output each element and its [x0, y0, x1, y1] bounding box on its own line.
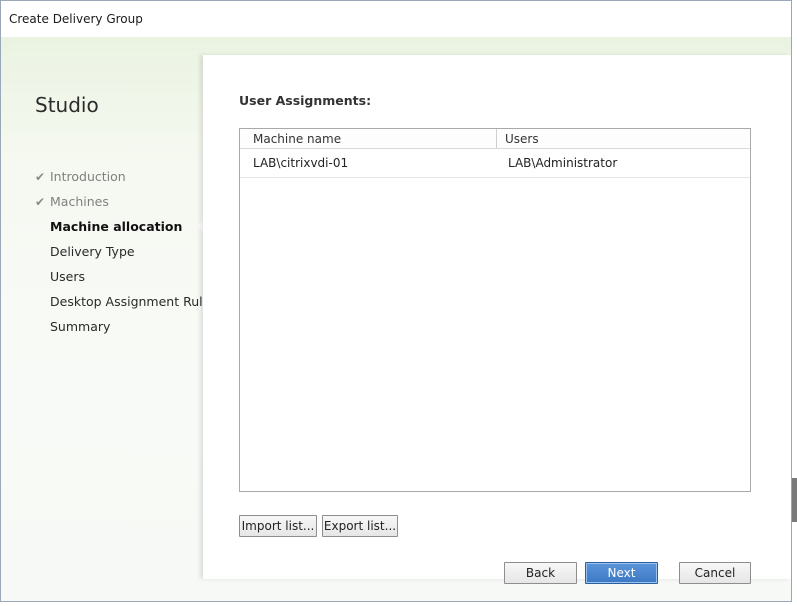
wizard-steps: ✔ Introduction ✔ Machines Machine alloca…: [35, 168, 217, 343]
step-label: Desktop Assignment Rules: [50, 294, 217, 309]
title-bar: Create Delivery Group: [1, 1, 791, 37]
user-assignments-table[interactable]: Machine name Users LAB\citrixvdi-01 LAB\…: [239, 128, 751, 492]
step-label: Introduction: [50, 169, 126, 184]
wizard-body: Studio ✔ Introduction ✔ Machines Machine…: [1, 37, 791, 601]
column-header-machine-name[interactable]: Machine name: [253, 129, 341, 149]
step-users: Users: [35, 268, 217, 293]
next-button[interactable]: Next: [585, 562, 658, 584]
cancel-button[interactable]: Cancel: [679, 562, 751, 584]
wizard-content: User Assignments: Machine name Users LAB…: [203, 55, 791, 584]
background-scrollbar: [792, 478, 797, 522]
step-label: Users: [50, 269, 86, 284]
step-label: Machines: [50, 194, 109, 209]
section-title: User Assignments:: [239, 93, 372, 108]
back-button[interactable]: Back: [504, 562, 577, 584]
table-row[interactable]: LAB\citrixvdi-01 LAB\Administrator: [240, 150, 750, 178]
step-label: Delivery Type: [50, 244, 135, 259]
step-delivery-type: Delivery Type: [35, 243, 217, 268]
window-title: Create Delivery Group: [9, 12, 143, 26]
column-header-users[interactable]: Users: [505, 129, 539, 149]
wizard-sidebar: Studio ✔ Introduction ✔ Machines Machine…: [1, 37, 217, 601]
step-label: Machine allocation: [50, 219, 183, 234]
step-introduction: ✔ Introduction: [35, 168, 217, 193]
import-list-button[interactable]: Import list...: [239, 515, 317, 537]
cell-machine-name: LAB\citrixvdi-01: [253, 156, 349, 170]
step-machine-allocation: Machine allocation: [35, 218, 217, 243]
cell-users: LAB\Administrator: [508, 156, 618, 170]
table-header: Machine name Users: [240, 129, 750, 149]
export-list-button[interactable]: Export list...: [322, 515, 398, 537]
step-label: Summary: [50, 319, 111, 334]
column-divider[interactable]: [496, 129, 497, 149]
checkmark-icon: ✔: [35, 195, 46, 209]
checkmark-icon: ✔: [35, 170, 46, 184]
wizard-window: Create Delivery Group Studio ✔ Introduct…: [0, 0, 792, 602]
step-desktop-assignment-rules: Desktop Assignment Rules: [35, 293, 217, 318]
step-machines: ✔ Machines: [35, 193, 217, 218]
step-summary: Summary: [35, 318, 217, 343]
studio-brand: Studio: [35, 93, 99, 117]
